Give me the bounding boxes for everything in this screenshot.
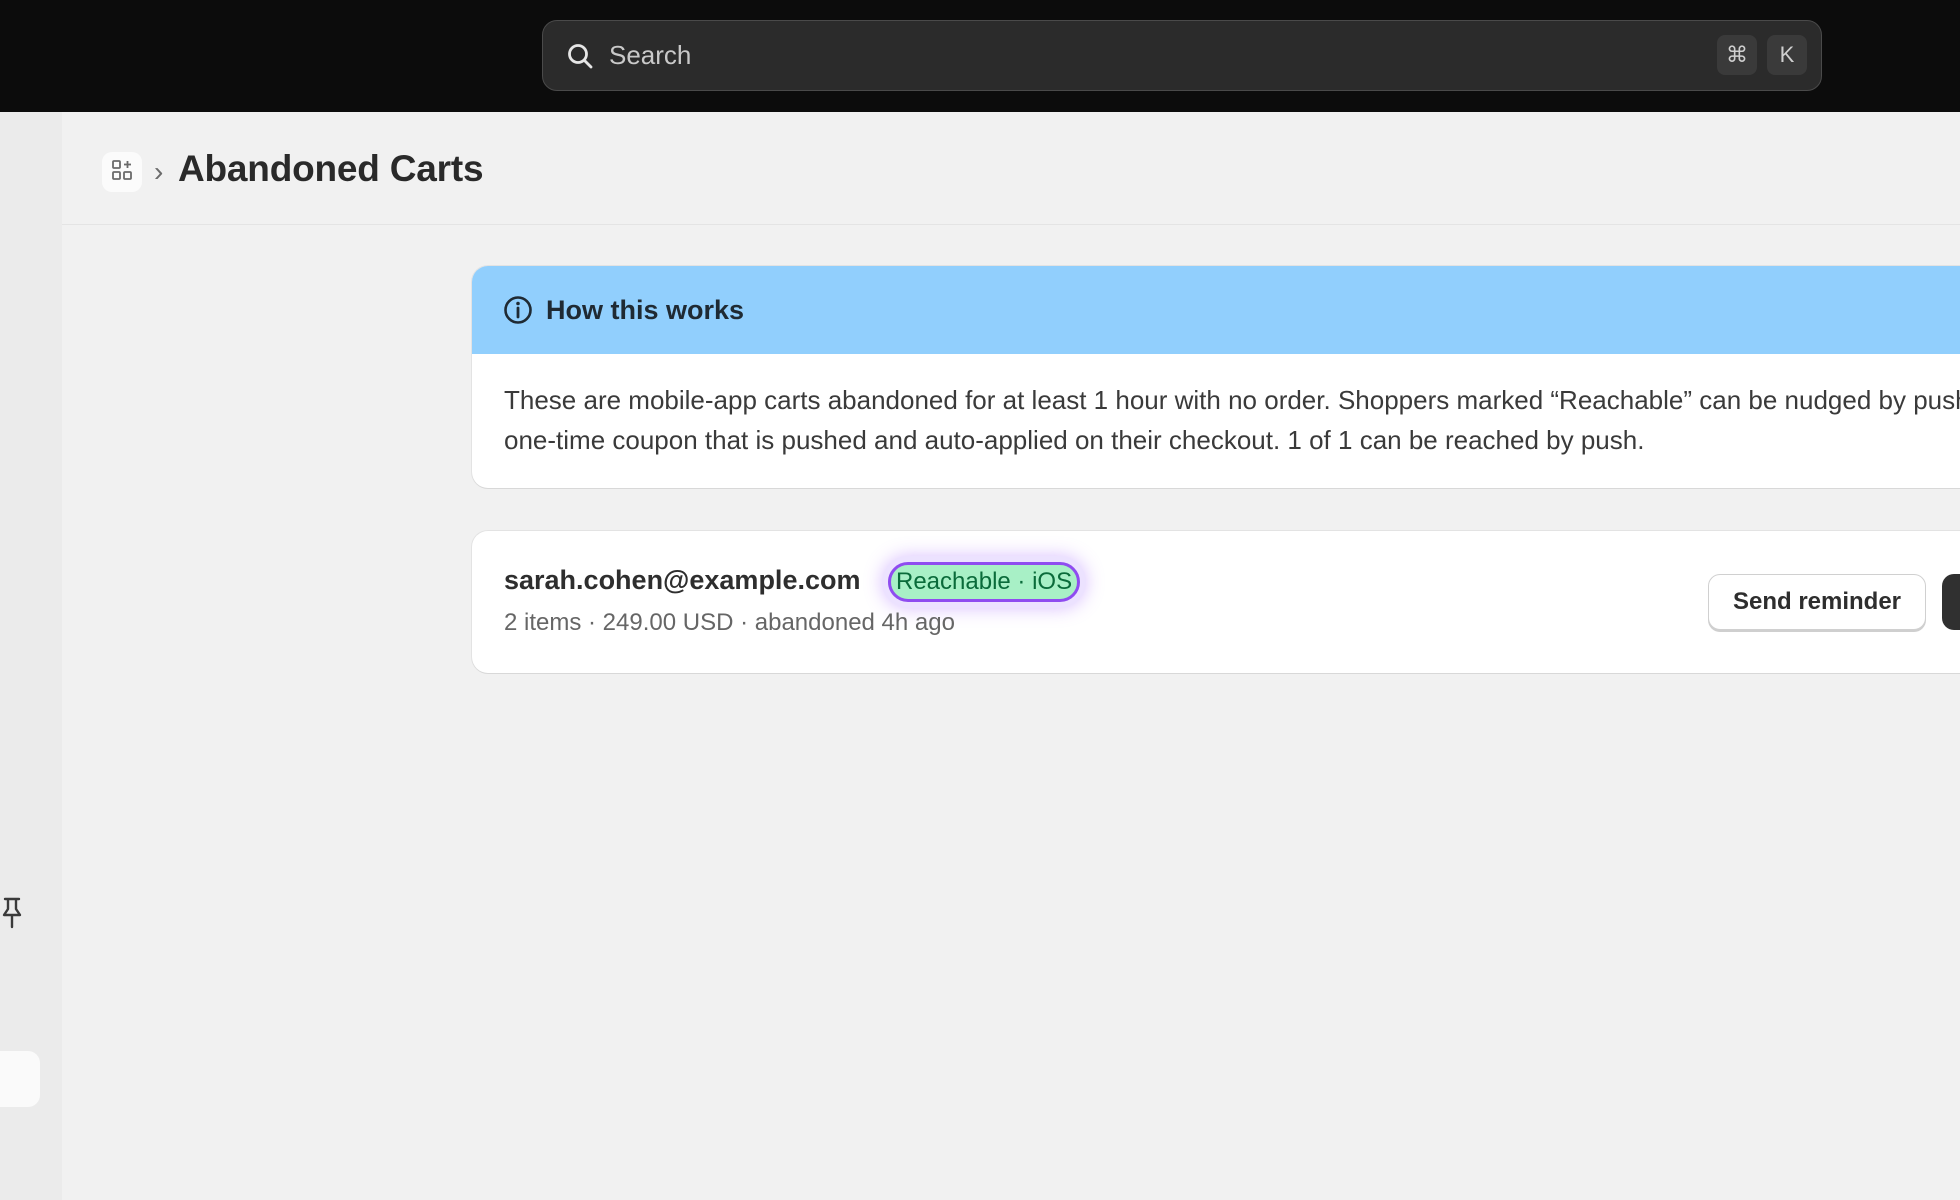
page-title: Abandoned Carts: [178, 148, 484, 189]
top-bar: Search ⌘ K: [0, 0, 1960, 112]
info-card: How this works These are mobile-app cart…: [472, 266, 1960, 488]
search-icon: [565, 41, 595, 71]
page-header: › Abandoned Carts: [62, 112, 1960, 225]
info-title: How this works: [546, 294, 745, 325]
info-description: These are mobile-app carts abandoned for…: [504, 385, 1960, 455]
apps-button[interactable]: [102, 152, 142, 192]
breadcrumb-separator: ›: [154, 156, 164, 187]
info-icon: [502, 294, 534, 326]
send-reminder-button[interactable]: Send reminder: [1708, 574, 1926, 630]
info-card-header: How this works: [472, 266, 1960, 354]
command-key: ⌘: [1717, 35, 1757, 75]
reachable-badge[interactable]: Reachable · iOS: [888, 562, 1081, 602]
left-sidebar: [0, 112, 62, 1200]
sidebar-chip[interactable]: [0, 1051, 40, 1107]
apps-icon: [111, 159, 133, 186]
primary-action-button[interactable]: [1942, 574, 1960, 630]
shortcut-hint: ⌘ K: [1717, 35, 1807, 75]
customer-email: sarah.cohen@example.com: [504, 565, 861, 595]
badge-focus-ring: Reachable · iOS: [882, 556, 1087, 608]
cart-row[interactable]: sarah.cohen@example.com Reachable · iOS …: [472, 531, 1960, 673]
pin-icon[interactable]: [0, 896, 26, 930]
search-input[interactable]: Search: [609, 40, 691, 71]
k-key: K: [1767, 35, 1807, 75]
cart-summary: 2 items · 249.00 USD · abandoned 4h ago: [504, 609, 955, 636]
search-bar[interactable]: Search ⌘ K: [542, 20, 1822, 91]
